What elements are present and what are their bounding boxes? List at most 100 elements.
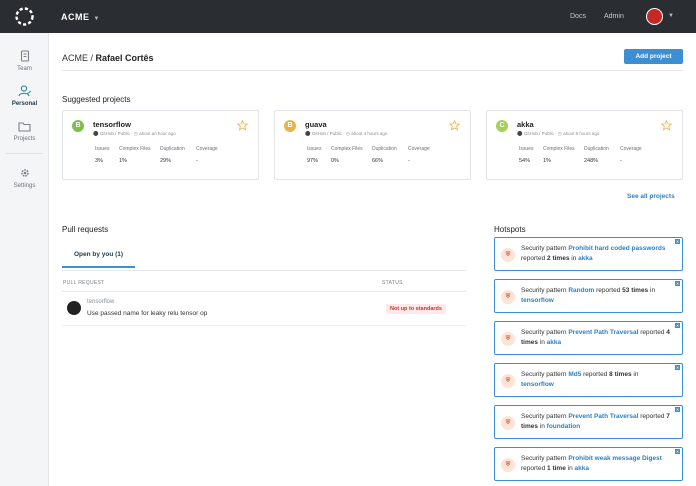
pattern-link[interactable]: Random <box>568 287 594 294</box>
shield-icon: ⛨ <box>501 332 515 346</box>
close-icon[interactable]: ✕ <box>675 407 680 412</box>
see-all-projects-link[interactable]: See all projects <box>627 193 675 200</box>
chevron-down-icon: ▼ <box>93 16 100 22</box>
hotspot-text: Security pattern Random reported 53 time… <box>521 287 656 304</box>
pattern-link[interactable]: Prohibit hard coded passwords <box>568 245 665 252</box>
shield-icon: ⛨ <box>501 416 515 430</box>
metric-value-complex-files: 1% <box>543 158 551 164</box>
metric-label-duplication: Duplication <box>372 146 397 152</box>
page-title: Rafael Cortês <box>95 53 154 63</box>
hotspot-card[interactable]: ⛨ Security pattern Prevent Path Traversa… <box>494 405 683 439</box>
column-header-status: STATUS <box>382 280 403 286</box>
sidebar-item-team[interactable]: Team <box>0 50 49 72</box>
grade-badge: B <box>72 120 84 132</box>
metric-label-coverage: Coverage <box>408 146 430 152</box>
star-icon[interactable] <box>661 120 672 131</box>
repo-link[interactable]: tensorflow <box>521 381 554 388</box>
sidebar-item-label: Settings <box>13 183 36 189</box>
hotspot-text: Security pattern Prevent Path Traversal … <box>521 329 670 346</box>
hotspot-text: Security pattern Prohibit weak message D… <box>521 455 662 472</box>
repo-link[interactable]: tensorflow <box>521 297 554 304</box>
project-time: about an hour ago <box>139 131 176 136</box>
project-card-akka[interactable]: C akka ⚫ GitHub / Public · ◷ about 6 hou… <box>486 110 683 180</box>
breadcrumb-org[interactable]: ACME <box>62 53 88 63</box>
close-icon[interactable]: ✕ <box>675 449 680 454</box>
sidebar-item-projects[interactable]: Projects <box>0 121 49 142</box>
pattern-link[interactable]: Md5 <box>568 371 581 378</box>
close-icon[interactable]: ✕ <box>675 365 680 370</box>
hotspot-card[interactable]: ⛨ Security pattern Prohibit weak message… <box>494 447 683 481</box>
project-meta: ⚫ GitHub / Public · ◷ about 4 hours ago <box>305 131 388 136</box>
shield-icon: ⛨ <box>501 248 515 262</box>
codacy-logo-icon[interactable] <box>14 6 35 27</box>
metric-value-coverage: - <box>196 158 198 164</box>
hotspot-text: Security pattern Prohibit hard coded pas… <box>521 245 666 262</box>
tab-open-by-you[interactable]: Open by you (1) <box>62 251 135 268</box>
project-meta: ⚫ GitHub / Public · ◷ about an hour ago <box>93 131 176 136</box>
user-avatar[interactable] <box>646 8 663 25</box>
pattern-link[interactable]: Prevent Path Traversal <box>568 413 638 420</box>
close-icon[interactable]: ✕ <box>675 323 680 328</box>
project-time: about 4 hours ago <box>351 131 388 136</box>
metric-value-coverage: - <box>620 158 622 164</box>
metric-value-complex-files: 0% <box>331 158 339 164</box>
chevron-down-icon[interactable]: ▼ <box>668 13 674 19</box>
metric-label-duplication: Duplication <box>160 146 185 152</box>
metric-value-duplication: 29% <box>160 158 172 164</box>
admin-link[interactable]: Admin <box>604 13 624 20</box>
metric-value-duplication: 66% <box>372 158 384 164</box>
pattern-link[interactable]: Prevent Path Traversal <box>568 329 638 336</box>
project-meta: ⚫ GitHub / Public · ◷ about 6 hours ago <box>517 131 600 136</box>
grade-badge: B <box>284 120 296 132</box>
repo-link[interactable]: akka <box>575 465 589 472</box>
project-card-tensorflow[interactable]: B tensorflow ⚫ GitHub / Public · ◷ about… <box>62 110 259 180</box>
docs-link[interactable]: Docs <box>570 13 586 20</box>
close-icon[interactable]: ✕ <box>675 281 680 286</box>
sidebar-item-personal[interactable]: Personal <box>0 85 49 107</box>
hotspot-card[interactable]: ⛨ Security pattern Prohibit hard coded p… <box>494 237 683 271</box>
tab-divider <box>62 270 466 271</box>
project-name[interactable]: guava <box>305 120 327 129</box>
team-icon <box>20 50 29 62</box>
sidebar: Team Personal Projects Settings <box>0 33 49 486</box>
repo-link[interactable]: akka <box>547 339 561 346</box>
close-icon[interactable]: ✕ <box>675 239 680 244</box>
hotspot-card[interactable]: ⛨ Security pattern Md5 reported 8 times … <box>494 363 683 397</box>
column-header-pull-request: PULL REQUEST <box>63 280 105 286</box>
metric-value-duplication: 248% <box>584 158 599 164</box>
hotspots-title: Hotspots <box>494 225 526 234</box>
metric-label-complex-files: Complex Files <box>119 146 151 152</box>
table-row[interactable]: tensorflow Use passed name for leaky rel… <box>62 295 466 323</box>
pr-title[interactable]: Use passed name for leaky relu tensor op <box>87 310 207 317</box>
clock-icon: ◷ <box>133 131 138 136</box>
metric-label-issues: Issues <box>519 146 534 152</box>
tab-label: Open by you (1) <box>73 251 124 258</box>
star-icon[interactable] <box>449 120 460 131</box>
metric-label-issues: Issues <box>307 146 322 152</box>
star-icon[interactable] <box>237 120 248 131</box>
row-divider <box>62 325 466 326</box>
github-icon: ⚫ <box>93 131 99 136</box>
repo-link[interactable]: akka <box>578 255 592 262</box>
person-icon <box>17 85 31 97</box>
breadcrumb-separator: / <box>88 53 96 63</box>
hotspot-card[interactable]: ⛨ Security pattern Random reported 53 ti… <box>494 279 683 313</box>
pr-repo: tensorflow <box>87 299 115 305</box>
metric-value-coverage: - <box>408 158 410 164</box>
org-switcher[interactable]: ACME ▼ <box>61 12 100 22</box>
clock-icon: ◷ <box>557 131 562 136</box>
project-card-guava[interactable]: B guava ⚫ GitHub / Public · ◷ about 4 ho… <box>274 110 471 180</box>
repo-link[interactable]: foundation <box>547 423 581 430</box>
pattern-link[interactable]: Prohibit weak message Digest <box>568 455 662 462</box>
folder-icon <box>18 122 31 132</box>
project-time: about 6 hours ago <box>563 131 600 136</box>
top-bar: ACME ▼ Docs Admin ▼ <box>0 0 696 33</box>
main-content: ACME / Rafael Cortês Add project Suggest… <box>49 33 696 486</box>
project-source: GitHub / Public <box>523 131 554 136</box>
project-name[interactable]: akka <box>517 120 534 129</box>
hotspot-card[interactable]: ⛨ Security pattern Prevent Path Traversa… <box>494 321 683 355</box>
project-name[interactable]: tensorflow <box>93 120 131 129</box>
project-source: GitHub / Public <box>311 131 342 136</box>
add-project-button[interactable]: Add project <box>624 49 683 64</box>
sidebar-item-settings[interactable]: Settings <box>0 167 49 189</box>
